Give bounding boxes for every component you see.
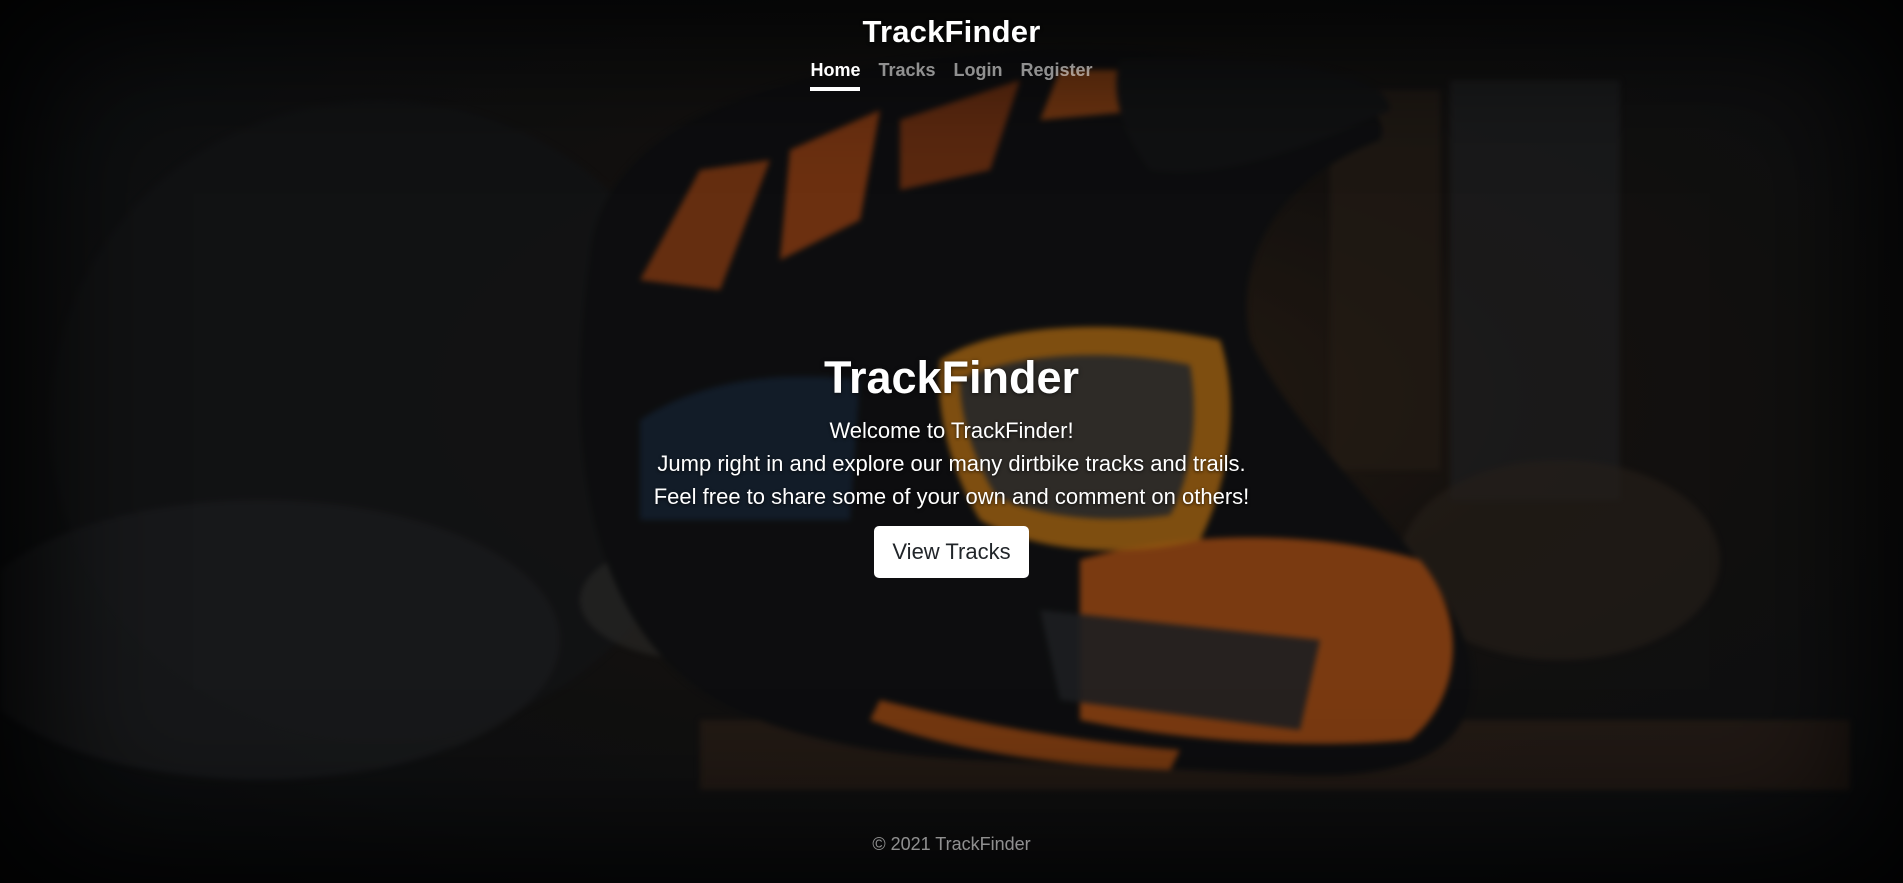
brand-logo[interactable]: TrackFinder: [863, 14, 1041, 50]
nav-link-register[interactable]: Register: [1021, 60, 1093, 91]
hero-welcome-text: Welcome to TrackFinder!: [829, 418, 1074, 443]
view-tracks-button[interactable]: View Tracks: [874, 526, 1029, 578]
hero-title: TrackFinder: [823, 352, 1080, 403]
footer-copyright: © 2021 TrackFinder: [872, 834, 1031, 854]
hero-section: TrackFinder Welcome to TrackFinder! Jump…: [0, 352, 1903, 578]
cover-container: TrackFinder Home Tracks Login Register T…: [0, 0, 1903, 883]
nav-link-tracks[interactable]: Tracks: [878, 60, 935, 91]
nav-link-login[interactable]: Login: [954, 60, 1003, 91]
masthead: TrackFinder Home Tracks Login Register: [810, 0, 1093, 91]
main-nav: Home Tracks Login Register: [810, 60, 1093, 91]
nav-link-home[interactable]: Home: [810, 60, 861, 91]
hero-share-text: Feel free to share some of your own and …: [653, 484, 1250, 509]
hero-explore-text: Jump right in and explore our many dirtb…: [657, 451, 1246, 476]
